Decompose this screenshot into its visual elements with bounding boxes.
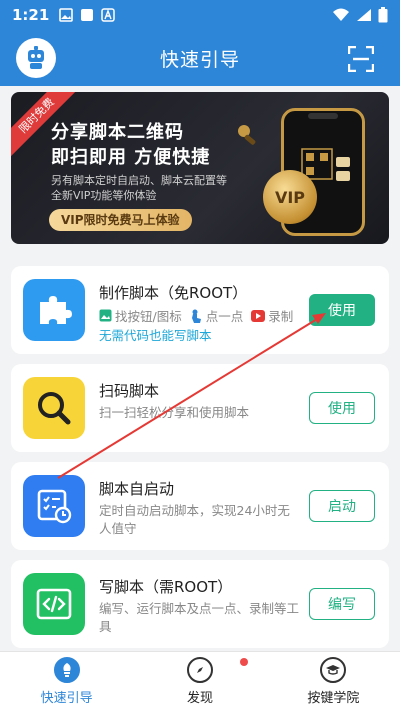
- tab-academy[interactable]: 按键学院: [267, 652, 400, 711]
- card-write-script[interactable]: 写脚本（需ROOT） 编写、运行脚本及点一点、录制等工具 编写: [11, 560, 389, 648]
- banner-desc-line2: 全新VIP功能等你体验: [51, 189, 157, 202]
- card-scan-script[interactable]: 扫码脚本 扫一扫轻松分享和使用脚本 使用: [11, 364, 389, 452]
- banner-desc-line1: 另有脚本定时自启动、脚本云配置等: [51, 174, 227, 187]
- card-title: 扫码脚本: [99, 382, 160, 400]
- phone-notch: [308, 113, 338, 119]
- discover-badge-dot: [240, 658, 248, 666]
- card-autostart[interactable]: 脚本自启动 定时自动启动脚本，实现24小时无人值守 启动: [11, 462, 389, 550]
- card-title: 脚本自启动: [99, 480, 175, 498]
- code-icon: [36, 588, 72, 620]
- code-icon-tile: [23, 573, 85, 635]
- scan-icon[interactable]: [348, 46, 374, 72]
- guide-icon: [53, 657, 80, 683]
- schedule-icon-tile: [23, 475, 85, 537]
- notification-icon: [81, 9, 94, 21]
- use-button[interactable]: 使用: [309, 294, 375, 326]
- write-button[interactable]: 编写: [309, 588, 375, 620]
- card-description: 编写、运行脚本及点一点、录制等工具: [99, 601, 300, 634]
- vip-trial-button[interactable]: VIP限时免费马上体验: [49, 209, 192, 231]
- banner-title: 分享脚本二维码: [51, 122, 184, 143]
- tag-record: 录制: [268, 309, 294, 324]
- card-make-script[interactable]: 制作脚本（免ROOT） 找按钮/图标 点一点 录制 无需代码也能写脚本 使用: [11, 266, 389, 354]
- status-time: 1:21: [12, 6, 50, 24]
- key-icon: [238, 125, 256, 145]
- card-description: 定时自动启动脚本，实现24小时无人值守: [99, 503, 290, 536]
- avatar[interactable]: [16, 38, 56, 78]
- start-button[interactable]: 启动: [309, 490, 375, 522]
- feature-tags: 找按钮/图标 点一点 录制: [99, 306, 293, 325]
- card-title: 制作脚本（免ROOT）: [99, 284, 248, 302]
- use-button[interactable]: 使用: [309, 392, 375, 424]
- tag-find-button: 找按钮/图标: [115, 309, 182, 324]
- compass-icon: [186, 657, 213, 683]
- tag-tap: 点一点: [205, 309, 244, 324]
- font-icon: [101, 8, 116, 22]
- tab-label: 按键学院: [307, 691, 360, 706]
- robot-icon: [28, 46, 44, 69]
- image-icon: [59, 8, 74, 22]
- battery-icon: [378, 7, 388, 23]
- app-bar: 快速引导: [0, 30, 400, 86]
- banner-subtitle: 即扫即用 方便快捷: [51, 147, 211, 168]
- card-note: 无需代码也能写脚本: [99, 328, 212, 343]
- page-title: 快速引导: [159, 48, 240, 71]
- puzzle-icon: [40, 296, 72, 324]
- card-description: 扫一扫轻松分享和使用脚本: [99, 405, 250, 420]
- academy-icon: [320, 657, 347, 683]
- card-title: 写脚本（需ROOT）: [99, 578, 233, 596]
- magnifier-icon: [38, 392, 71, 425]
- tab-quick-guide[interactable]: 快速引导: [0, 652, 133, 711]
- image-tag-icon: [99, 309, 112, 322]
- magnifier-icon-tile: [23, 377, 85, 439]
- record-icon: [251, 309, 266, 322]
- vip-banner[interactable]: 限时免费 分享脚本二维码 即扫即用 方便快捷 另有脚本定时自启动、脚本云配置等 …: [11, 92, 389, 244]
- signal-icon: [357, 9, 371, 21]
- wifi-icon: [333, 8, 349, 21]
- puzzle-icon-tile: [23, 279, 85, 341]
- schedule-icon: [37, 489, 72, 524]
- status-bar: 1:21: [0, 0, 400, 30]
- vip-coin: VIP: [263, 170, 317, 224]
- tab-label: 发现: [186, 691, 213, 706]
- tap-icon: [191, 309, 201, 323]
- tab-label: 快速引导: [40, 691, 93, 706]
- bottom-tab-bar: 快速引导 发现 按键学院: [0, 651, 400, 711]
